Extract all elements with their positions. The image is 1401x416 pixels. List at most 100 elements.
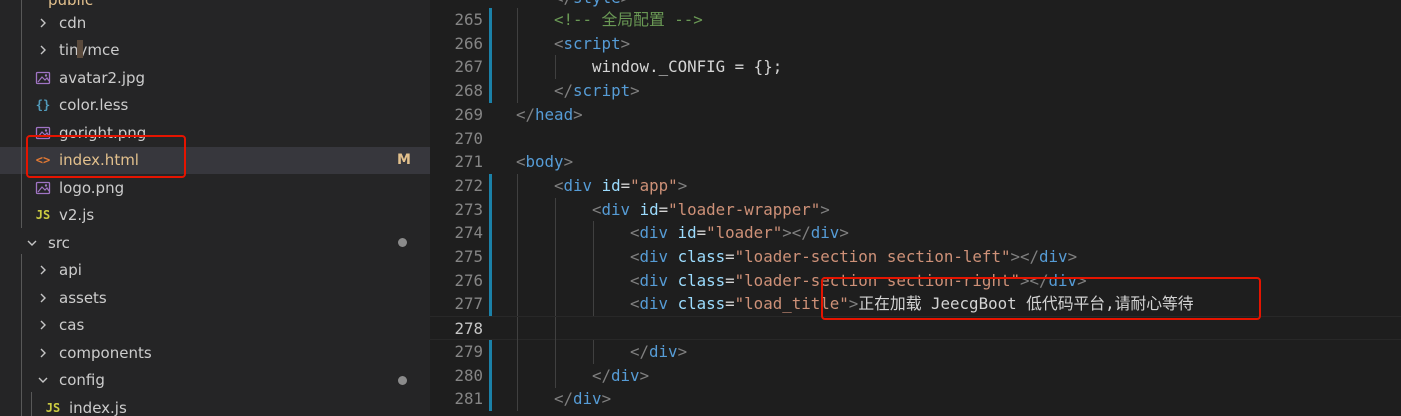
tree-file-color-less[interactable]: {} color.less [0,92,430,119]
tree-folder-tinymce[interactable]: tinymce [0,37,430,64]
tree-file-logo-png[interactable]: logo.png [0,174,430,201]
indent-guide [517,173,518,198]
line-number: 273 [454,199,483,219]
code-token: > [820,199,830,219]
code-token: > [639,365,650,385]
indent-guide [517,197,518,222]
tree-folder-api[interactable]: api [0,257,430,284]
code-token: script [573,81,631,101]
code-token: div [563,175,593,195]
code-line[interactable]: 268 </script> [430,79,1401,104]
code-token: div [639,270,669,290]
line-number: 280 [454,365,483,385]
tree-file-v2-js[interactable]: JS v2.js [0,202,430,229]
line-number: 265 [454,10,483,29]
tree-label: api [59,261,82,279]
code-line[interactable]: 271 <body> [430,150,1401,174]
chevron-right-icon[interactable] [35,262,51,278]
tree-folder-src[interactable]: src [0,229,430,256]
code-line[interactable]: 270 [430,127,1401,151]
gutter-modified-indicator [489,245,492,269]
code-token: = [725,270,735,290]
code-line[interactable]: 272 <div id="app"> [430,173,1401,198]
code-token: div [639,294,669,314]
code-editor[interactable]: </style> 265<!-- 全局配置 -->266<script>267w… [430,0,1401,416]
chevron-right-icon[interactable] [35,317,51,333]
line-number: 281 [454,389,483,409]
code-token: = [658,199,669,219]
indent-guide [517,317,518,342]
tree-label: public [48,0,93,9]
code-token: "loader" [706,223,783,243]
line-number: 279 [454,341,483,361]
code-token: > [677,175,688,195]
code-line[interactable]: 280 </div> [430,363,1401,388]
indent-guide [517,339,518,364]
gutter-modified-indicator [489,79,492,104]
code-line[interactable]: 279 </div> [430,339,1401,364]
code-line[interactable]: 266 <script> [430,31,1401,56]
tree-folder-cas[interactable]: cas [0,312,430,339]
indent-guide [517,292,518,317]
code-token: </ [554,0,573,7]
code-token: ></ [782,223,811,243]
tree-file-avatar2-jpg[interactable]: avatar2.jpg [0,64,430,91]
tree-label: cas [59,316,85,334]
tree-label: components [59,343,152,362]
code-token: "loader-section section-left" [734,247,1011,266]
gutter-modified-indicator [489,339,492,364]
indent-guide [555,268,556,293]
code-token: ></ [1010,247,1040,266]
highlight-box-index-html [26,135,186,178]
code-line[interactable]: 281 </div> [430,387,1401,412]
code-token: = [620,175,631,195]
code-token: class [677,294,726,314]
modified-dot [398,375,407,385]
code-token: > [601,389,612,409]
code-token: < [516,152,526,172]
image-file-icon [35,180,51,196]
line-number: 270 [454,128,483,148]
code-line[interactable]: 269 </head> [430,103,1401,127]
code-token: > [621,0,631,7]
tree-folder-assets[interactable]: assets [0,284,430,311]
chevron-right-icon[interactable] [35,15,51,31]
gutter-modified-indicator [489,221,492,246]
tree-folder-components[interactable]: components [0,339,430,366]
code-text: window._CONFIG = {}; [592,55,782,79]
tree-file-index-js[interactable]: JS index.js [0,394,430,416]
code-token: class [677,270,726,290]
chevron-right-icon[interactable] [35,290,51,306]
code-line[interactable]: 274 <div id="loader"></div> [430,221,1401,246]
line-number: 271 [454,152,483,172]
code-token: < [630,223,640,243]
chevron-right-icon[interactable] [35,42,51,58]
chevron-right-icon[interactable] [35,345,51,361]
braces-file-icon: {} [35,98,51,112]
tree-label: color.less [59,96,129,114]
code-token: </ [554,389,574,409]
code-token: "loader-wrapper" [668,199,821,219]
code-line[interactable]: 275 <div class="loader-section section-le… [430,245,1401,269]
tree-folder-cdn[interactable]: cdn [0,9,430,36]
code-line[interactable]: 265 <!-- 全局配置 --> [430,8,1401,32]
code-text: <body> [516,150,573,174]
line-number: 274 [454,223,483,243]
indent-guide [555,317,556,342]
code-token: "app" [630,175,678,195]
indent-guide [517,31,518,56]
code-token: id [639,199,659,219]
tree-indent-guide [21,254,22,416]
chevron-down-icon[interactable] [35,372,51,388]
code-text: <div id="loader-wrapper"> [592,198,830,222]
tree-folder-config[interactable]: config [0,367,430,394]
chevron-down-icon[interactable] [24,235,40,251]
code-token: style [573,0,621,7]
code-line[interactable]: 267 window._CONFIG = {}; [430,55,1401,80]
line-number: 269 [454,104,483,124]
code-line[interactable]: 273 <div id="loader-wrapper"> [430,197,1401,222]
indent-guide [593,221,594,246]
code-text: <div class="loader-section section-left"… [630,245,1077,269]
